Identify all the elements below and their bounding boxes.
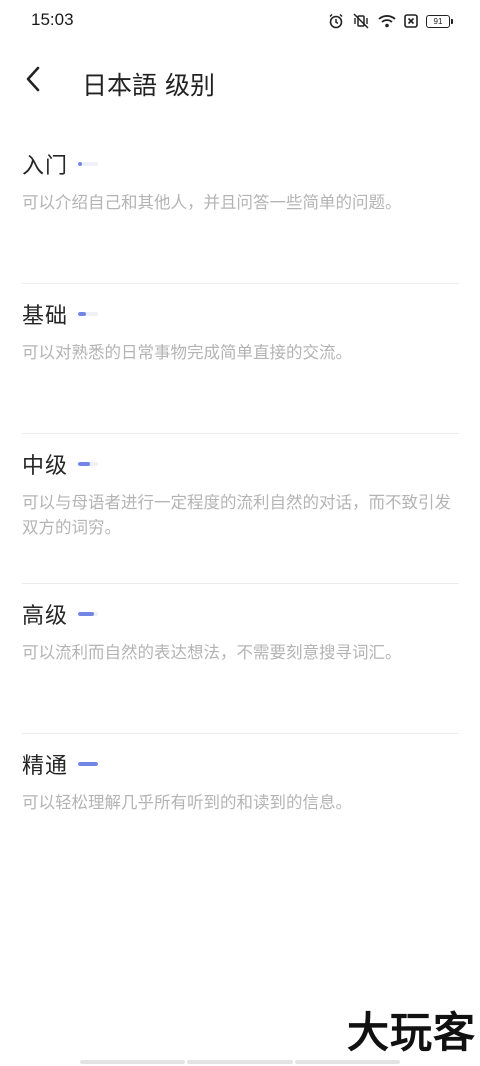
page-title: 日本語 级别 bbox=[82, 71, 215, 100]
level-item-advanced[interactable]: 高级 可以流利而自然的表达想法，不需要刻意搜寻词汇。 bbox=[22, 584, 459, 734]
header: 日本語 级别 bbox=[0, 56, 480, 108]
level-name: 中级 bbox=[22, 454, 69, 479]
status-icons: 91 bbox=[328, 12, 453, 30]
level-list: 入门 可以介绍自己和其他人，并且问答一些简单的问题。 基础 可以对熟悉的日常事物… bbox=[22, 134, 459, 884]
level-description: 可以与母语者进行一定程度的流利自然的对话，而不致引发双方的词穷。 bbox=[22, 493, 451, 537]
level-description: 可以轻松理解几乎所有听到的和读到的信息。 bbox=[22, 793, 352, 812]
no-sim-icon bbox=[404, 14, 418, 28]
level-name: 高级 bbox=[22, 604, 69, 629]
level-meter bbox=[78, 462, 99, 466]
level-meter bbox=[78, 612, 99, 616]
level-description: 可以对熟悉的日常事物完成简单直接的交流。 bbox=[22, 343, 352, 362]
level-meter bbox=[78, 312, 99, 316]
back-button[interactable] bbox=[16, 64, 50, 98]
level-description: 可以介绍自己和其他人，并且问答一些简单的问题。 bbox=[22, 193, 402, 212]
level-meter bbox=[78, 762, 99, 766]
status-time: 15:03 bbox=[31, 10, 74, 29]
level-meter-fill bbox=[78, 312, 87, 316]
wifi-icon bbox=[378, 14, 396, 28]
chevron-left-icon bbox=[25, 66, 41, 96]
level-meter bbox=[78, 162, 99, 166]
level-name: 基础 bbox=[22, 304, 69, 329]
level-meter-fill bbox=[78, 162, 83, 166]
watermark: 大玩客 bbox=[346, 1008, 476, 1057]
level-item-basic[interactable]: 基础 可以对熟悉的日常事物完成简单直接的交流。 bbox=[22, 284, 459, 434]
status-bar: 15:03 91 bbox=[0, 0, 480, 42]
level-item-intermediate[interactable]: 中级 可以与母语者进行一定程度的流利自然的对话，而不致引发双方的词穷。 bbox=[22, 434, 459, 584]
level-item-beginner[interactable]: 入门 可以介绍自己和其他人，并且问答一些简单的问题。 bbox=[22, 134, 459, 284]
level-description: 可以流利而自然的表达想法，不需要刻意搜寻词汇。 bbox=[22, 643, 402, 662]
battery-icon: 91 bbox=[426, 14, 453, 28]
level-name: 入门 bbox=[22, 154, 69, 179]
level-meter-fill bbox=[78, 612, 95, 616]
home-indicator bbox=[80, 1060, 400, 1064]
level-meter-fill bbox=[78, 762, 99, 766]
level-name: 精通 bbox=[22, 754, 69, 779]
alarm-icon bbox=[328, 13, 344, 29]
level-item-proficient[interactable]: 精通 可以轻松理解几乎所有听到的和读到的信息。 bbox=[22, 734, 459, 884]
mute-vibrate-icon bbox=[352, 13, 370, 29]
level-meter-fill bbox=[78, 462, 91, 466]
